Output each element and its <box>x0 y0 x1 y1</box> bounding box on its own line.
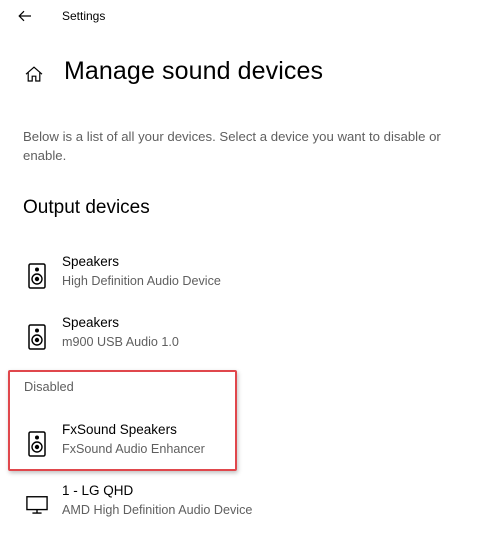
speaker-icon <box>26 323 48 351</box>
title-bar: Settings <box>0 0 481 34</box>
device-subtitle: FxSound Audio Enhancer <box>62 442 205 456</box>
speaker-icon <box>26 262 48 290</box>
device-item-lg-qhd[interactable]: 1 - LG QHD AMD High Definition Audio Dev… <box>18 483 438 529</box>
device-subtitle: m900 USB Audio 1.0 <box>62 335 179 349</box>
device-name: FxSound Speakers <box>62 422 177 437</box>
page-title: Manage sound devices <box>64 57 324 85</box>
device-subtitle: High Definition Audio Device <box>62 274 221 288</box>
device-name: 1 - LG QHD <box>62 483 134 498</box>
device-item-speakers-hd-audio[interactable]: Speakers High Definition Audio Device <box>18 254 438 300</box>
device-subtitle: AMD High Definition Audio Device <box>62 503 253 517</box>
device-item-speakers-m900[interactable]: Speakers m900 USB Audio 1.0 <box>18 315 438 361</box>
device-name: Speakers <box>62 254 120 269</box>
device-item-fxsound-speakers[interactable]: FxSound Speakers FxSound Audio Enhancer <box>18 422 438 468</box>
home-icon <box>25 66 43 82</box>
back-arrow-icon <box>18 10 31 22</box>
device-name: Speakers <box>62 315 120 330</box>
speaker-icon <box>26 430 48 458</box>
back-button[interactable] <box>12 4 38 28</box>
page-description: Below is a list of all your devices. Sel… <box>23 129 441 163</box>
disabled-section-label: Disabled <box>24 379 74 394</box>
monitor-icon <box>26 491 48 519</box>
home-button[interactable] <box>22 62 46 86</box>
window-title: Settings <box>62 9 106 23</box>
output-devices-heading: Output devices <box>23 197 150 218</box>
